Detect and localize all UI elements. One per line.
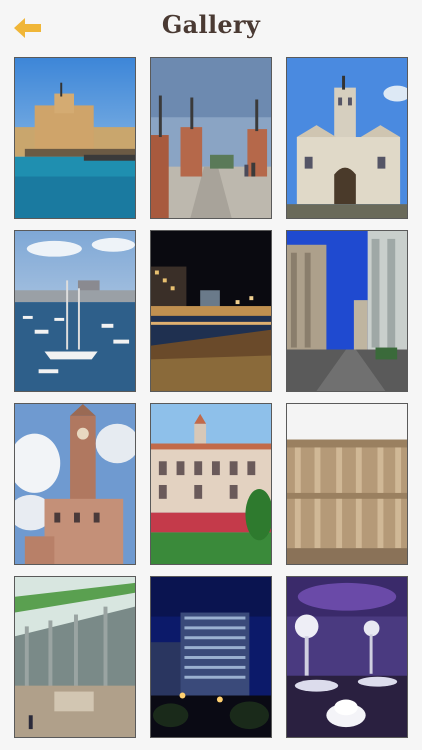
photo-image (287, 58, 407, 218)
photo-image (15, 577, 135, 737)
photo-image (15, 58, 135, 218)
page-title: Gallery (161, 10, 261, 39)
photo-image (287, 577, 407, 737)
header-bar: Gallery (0, 0, 422, 56)
photo-image (287, 404, 407, 564)
gallery-thumb-clock-tower[interactable] (14, 403, 136, 565)
photo-image (151, 577, 271, 737)
photo-image (15, 231, 135, 391)
photo-image (287, 231, 407, 391)
photo-image (151, 58, 271, 218)
gallery-thumb-citadel[interactable] (14, 57, 136, 219)
photo-image (15, 404, 135, 564)
photo-image (151, 404, 271, 564)
gallery-thumb-harbor-boats[interactable] (14, 230, 136, 392)
gallery-thumb-stanley-bridge[interactable] (150, 57, 272, 219)
gallery-thumb-hotel-night[interactable] (150, 576, 272, 738)
gallery-thumb-palace[interactable] (150, 403, 272, 565)
photo-image (151, 231, 271, 391)
gallery-thumb-banquet-hall[interactable] (286, 576, 408, 738)
gallery-thumb-city-street[interactable] (286, 230, 408, 392)
gallery-thumb-corniche-night[interactable] (150, 230, 272, 392)
gallery-thumb-celsus-library[interactable] (286, 403, 408, 565)
gallery-thumb-castle[interactable] (286, 57, 408, 219)
gallery-thumb-library-interior[interactable] (14, 576, 136, 738)
